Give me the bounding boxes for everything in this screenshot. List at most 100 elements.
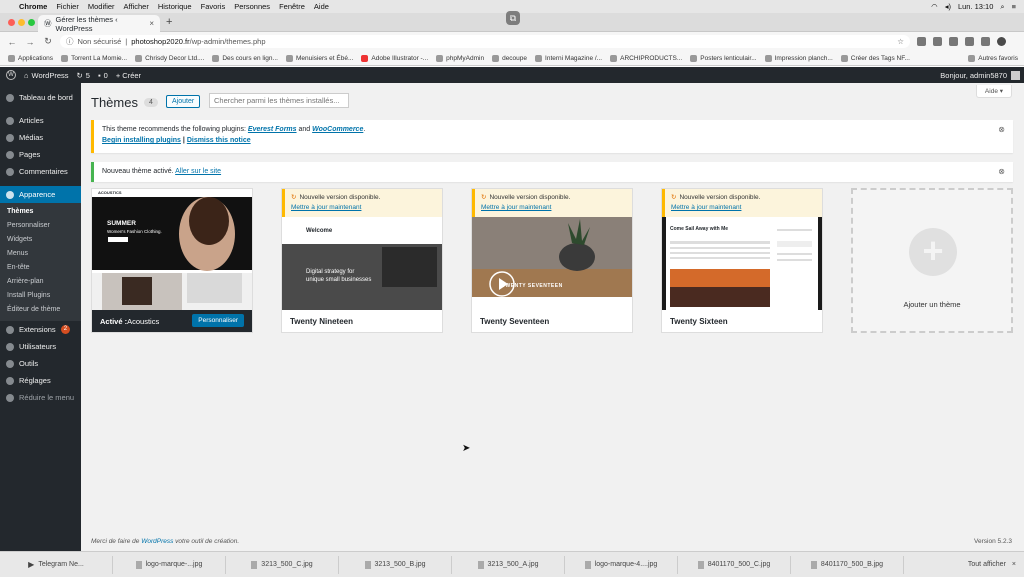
update-now-link[interactable]: Mettre à jour maintenant <box>671 204 816 211</box>
collapse-menu-button[interactable]: Réduire le menu <box>0 389 81 406</box>
download-item[interactable]: 8401170_500_C.jpg <box>678 555 791 574</box>
dismiss-icon[interactable]: ⊗ <box>998 125 1005 134</box>
wifi-icon[interactable]: ◠ <box>931 2 938 11</box>
site-name-link[interactable]: ⌂ WordPress <box>24 71 69 80</box>
update-now-link[interactable]: Mettre à jour maintenant <box>291 204 436 211</box>
wordpress-logo-icon[interactable]: W <box>6 70 16 80</box>
menu-dashboard[interactable]: Tableau de bord <box>0 89 81 106</box>
menu-aide[interactable]: Aide <box>314 2 329 11</box>
download-item[interactable]: 3213_500_C.jpg <box>226 555 339 574</box>
menu-personnes[interactable]: Personnes <box>234 2 270 11</box>
menu-media[interactable]: Médias <box>0 129 81 146</box>
submenu-themes[interactable]: Thèmes <box>0 205 81 219</box>
bookmark-item[interactable]: Posters lenticulair... <box>690 54 757 62</box>
bookmark-item[interactable]: Impression planch... <box>764 54 833 62</box>
info-icon[interactable]: ⓘ <box>66 36 74 47</box>
visit-site-link[interactable]: Aller sur le site <box>175 168 221 175</box>
bookmark-star-icon[interactable]: ☆ <box>897 37 904 46</box>
submenu-theme-editor[interactable]: Éditeur de thème <box>0 303 81 317</box>
customize-button[interactable]: Personnaliser <box>192 314 244 327</box>
wordpress-link[interactable]: WordPress <box>141 538 173 545</box>
bookmark-item[interactable]: Créer des Tags NF... <box>840 54 910 62</box>
menu-favoris[interactable]: Favoris <box>201 2 226 11</box>
menu-settings[interactable]: Réglages <box>0 372 81 389</box>
notification-icon[interactable]: ≡ <box>1012 2 1016 11</box>
menu-appearance[interactable]: Apparence <box>0 186 81 203</box>
close-icon[interactable]: × <box>1012 561 1016 568</box>
picture-in-picture-icon[interactable]: ⧉ <box>506 11 520 25</box>
zoom-window-button[interactable] <box>28 19 35 26</box>
bookmark-item[interactable]: Interni Magazine /... <box>535 54 602 62</box>
theme-card-twenty-sixteen[interactable]: ↻ Nouvelle version disponible. Mettre à jo… <box>661 188 823 333</box>
new-content-link[interactable]: + Créer <box>116 71 141 80</box>
bookmark-item[interactable]: Des cours en lign... <box>212 54 278 62</box>
begin-installing-plugins-link[interactable]: Begin installing plugins <box>102 137 181 144</box>
menu-afficher[interactable]: Afficher <box>124 2 149 11</box>
add-new-theme-card[interactable]: + Ajouter un thème <box>851 188 1013 333</box>
url-field[interactable]: ⓘ Non sécurisé | photoshop2020.fr/wp-adm… <box>60 35 910 48</box>
download-item[interactable]: ▶ Telegram Ne... <box>0 555 113 574</box>
reload-icon[interactable]: ↻ <box>42 36 54 47</box>
update-now-link[interactable]: Mettre à jour maintenant <box>481 204 626 211</box>
menu-users[interactable]: Utilisateurs <box>0 338 81 355</box>
submenu-header[interactable]: En-tête <box>0 261 81 275</box>
volume-icon[interactable]: ◂) <box>945 2 951 11</box>
woocommerce-link[interactable]: WooCommerce <box>312 126 363 133</box>
menu-fenetre[interactable]: Fenêtre <box>279 2 305 11</box>
bookmark-item[interactable]: Menuisiers et Ébé... <box>285 54 353 62</box>
extension-icon[interactable] <box>965 37 974 46</box>
menu-plugins[interactable]: Extensions 2 <box>0 321 81 338</box>
clock[interactable]: Lun. 13:10 <box>958 2 993 11</box>
submenu-menus[interactable]: Menus <box>0 247 81 261</box>
new-tab-button[interactable]: + <box>166 16 172 28</box>
everest-forms-link[interactable]: Everest Forms <box>248 126 297 133</box>
submenu-install-plugins[interactable]: Install Plugins <box>0 289 81 303</box>
bookmark-item[interactable]: phpMyAdmin <box>436 54 484 62</box>
menu-tools[interactable]: Outils <box>0 355 81 372</box>
download-item[interactable]: 8401170_500_B.jpg <box>791 555 904 574</box>
updates-link[interactable]: ↻ 5 <box>77 71 90 80</box>
comments-link[interactable]: ▪ 0 <box>98 71 108 80</box>
back-icon[interactable]: ← <box>6 37 18 47</box>
minimize-window-button[interactable] <box>18 19 25 26</box>
extension-icon[interactable] <box>981 37 990 46</box>
bookmark-item[interactable]: Torrent La Momie... <box>61 54 127 62</box>
bookmark-item[interactable]: Adobe Illustrator -... <box>361 54 428 62</box>
search-icon[interactable]: ⌕ <box>1000 2 1004 12</box>
profile-avatar[interactable] <box>997 37 1006 46</box>
submenu-customize[interactable]: Personnaliser <box>0 219 81 233</box>
bookmark-item[interactable]: Applications <box>8 54 53 62</box>
extension-icon[interactable] <box>917 37 926 46</box>
extension-icon[interactable] <box>949 37 958 46</box>
browser-tab[interactable]: Ⓦ Gérer les thèmes ‹ WordPress × <box>38 15 160 33</box>
download-item[interactable]: logo-marque-4....jpg <box>565 555 678 574</box>
close-window-button[interactable] <box>8 19 15 26</box>
menu-modifier[interactable]: Modifier <box>88 2 115 11</box>
dismiss-icon[interactable]: ⊗ <box>998 167 1005 176</box>
download-item[interactable]: logo-marque-...jpg <box>113 555 226 574</box>
theme-card-acoustics[interactable]: ACOUSTICS SUMMER Women's Fashion Clothin… <box>91 188 253 333</box>
extension-icon[interactable] <box>933 37 942 46</box>
close-tab-icon[interactable]: × <box>149 19 154 28</box>
submenu-widgets[interactable]: Widgets <box>0 233 81 247</box>
theme-card-twenty-seventeen[interactable]: ↻ Nouvelle version disponible. Mettre à jo… <box>471 188 633 333</box>
show-all-downloads-button[interactable]: Tout afficher <box>968 561 1006 568</box>
add-theme-button[interactable]: Ajouter <box>166 95 201 108</box>
dismiss-notice-link[interactable]: Dismiss this notice <box>187 137 251 144</box>
bookmark-item[interactable]: decoupe <box>492 54 527 62</box>
submenu-background[interactable]: Arrière-plan <box>0 275 81 289</box>
menu-pages[interactable]: Pages <box>0 146 81 163</box>
menu-historique[interactable]: Historique <box>158 2 192 11</box>
theme-card-twenty-nineteen[interactable]: ↻ Nouvelle version disponible. Mettre à jo… <box>281 188 443 333</box>
bookmark-item[interactable]: ARCHIPRODUCTS... <box>610 54 682 62</box>
download-item[interactable]: 3213_500_A.jpg <box>452 555 565 574</box>
user-account-menu[interactable]: Bonjour, admin5870 <box>940 70 1020 80</box>
menu-posts[interactable]: Articles <box>0 112 81 129</box>
menu-comments[interactable]: Commentaires <box>0 163 81 180</box>
menu-fichier[interactable]: Fichier <box>56 2 79 11</box>
bookmark-item[interactable]: Chrisdy Decor Ltd.... <box>135 54 204 62</box>
download-item[interactable]: 3213_500_B.jpg <box>339 555 452 574</box>
app-menu[interactable]: Chrome <box>19 2 47 11</box>
other-bookmarks[interactable]: Autres favoris <box>968 54 1018 62</box>
forward-icon[interactable]: → <box>24 37 36 47</box>
